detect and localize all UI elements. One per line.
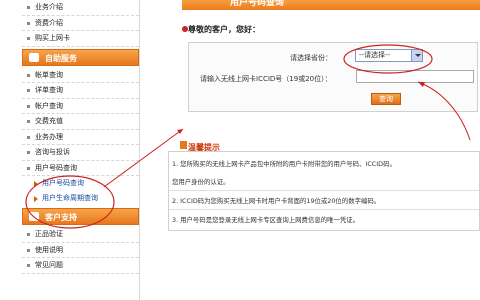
annotation-ellipse [25, 175, 115, 229]
arrow-head-icon [418, 82, 425, 87]
annotation-arrow [103, 128, 184, 188]
annotation-overlay [25, 44, 471, 229]
annotation-arrow [417, 81, 471, 141]
annotation-ellipse [343, 44, 433, 74]
